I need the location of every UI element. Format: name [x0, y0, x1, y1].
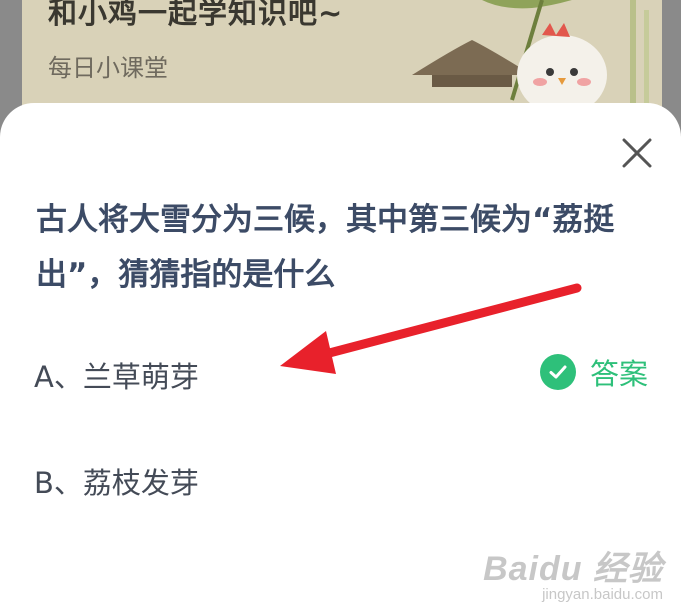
- banner-subtitle: 每日小课堂: [48, 54, 168, 82]
- option-b[interactable]: B、荔枝发芽: [34, 450, 654, 510]
- close-button[interactable]: [620, 136, 654, 170]
- answer-label: 答案: [589, 357, 648, 391]
- option-b-label: B、荔枝发芽: [34, 466, 199, 500]
- watermark-logo: Baidu 经验: [483, 550, 663, 588]
- option-a-label: A、兰草萌芽: [34, 360, 199, 394]
- answer-indicator: 答案: [539, 350, 648, 394]
- close-icon: [622, 138, 652, 168]
- banner-title: 和小鸡一起学知识吧~: [48, 0, 344, 30]
- quiz-sheet: 古人将大雪分为三候，其中第三候为“荔挺出”，猜猜指的是什么 A、兰草萌芽 答案 …: [0, 103, 681, 611]
- screen: 和小鸡一起学知识吧~ 每日小课堂 古人将大雪分为三候，其中第三候为“荔挺出”，猜…: [0, 0, 681, 611]
- baidu-jingyan-watermark: Baidu 经验 jingyan.baidu.com: [483, 541, 663, 603]
- check-circle-icon: [539, 354, 576, 390]
- option-a[interactable]: A、兰草萌芽 答案: [34, 344, 654, 404]
- chick-illustration: [412, 0, 649, 120]
- question-text: 古人将大雪分为三候，其中第三候为“荔挺出”，猜猜指的是什么: [36, 202, 615, 293]
